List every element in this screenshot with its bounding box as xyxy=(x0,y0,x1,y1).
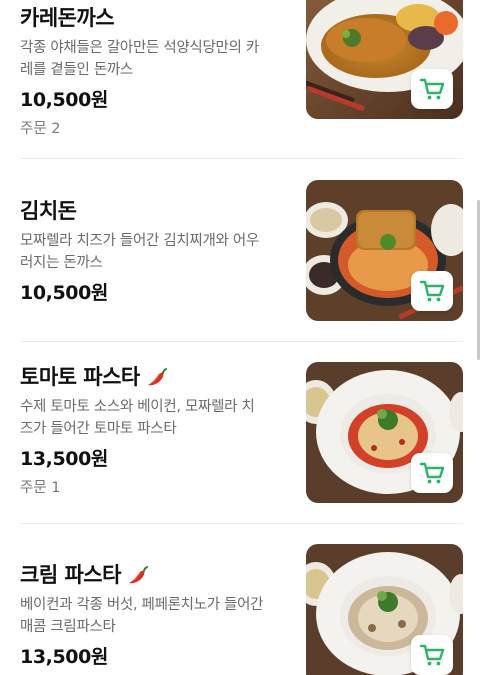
cart-icon xyxy=(419,462,445,484)
menu-item-kimchi-tonkatsu[interactable]: 김치돈 모짜렐라 치즈가 들어간 김치찌개와 어우 러지는 돈까스 10,500… xyxy=(0,160,482,342)
add-to-cart-button[interactable] xyxy=(411,635,453,675)
cart-icon xyxy=(419,280,445,302)
menu-item-photo[interactable] xyxy=(306,0,463,119)
menu-item-info: 크림 파스타 베이컨과 각종 버섯, 페페론치노가 들어간 매콤 크림파스타 1… xyxy=(20,562,290,669)
menu-item-info: 카레돈까스 각종 야채들은 갈아만든 석양식당만의 카 레를 곁들인 돈까스 1… xyxy=(20,5,290,139)
divider xyxy=(20,158,463,159)
menu-item-photo[interactable] xyxy=(306,362,463,503)
menu-item-tomato-pasta[interactable]: 토마토 파스타 수제 토마토 소스와 베이컨, 모짜렐라 치 즈가 들어간 토마… xyxy=(0,342,482,524)
cart-icon xyxy=(419,78,445,100)
menu-item-price: 10,500원 xyxy=(20,282,108,304)
menu-item-price: 10,500원 xyxy=(20,89,108,111)
menu-item-photo[interactable] xyxy=(306,544,463,675)
menu-list: 카레돈까스 각종 야채들은 갈아만든 석양식당만의 카 레를 곁들인 돈까스 1… xyxy=(0,0,482,675)
spicy-pepper-icon xyxy=(147,368,167,386)
scrollbar[interactable] xyxy=(477,200,480,360)
menu-item-description: 모짜렐라 치즈가 들어간 김치찌개와 어우 러지는 돈까스 xyxy=(20,233,259,271)
menu-item-photo[interactable] xyxy=(306,180,463,321)
spicy-pepper-icon xyxy=(128,566,148,584)
menu-item-name: 토마토 파스타 xyxy=(20,364,290,390)
menu-item-price: 13,500원 xyxy=(20,646,108,668)
add-to-cart-button[interactable] xyxy=(411,69,453,109)
menu-item-info: 김치돈 모짜렐라 치즈가 들어간 김치찌개와 어우 러지는 돈까스 10,500… xyxy=(20,198,290,305)
menu-item-curry-tonkatsu[interactable]: 카레돈까스 각종 야채들은 갈아만든 석양식당만의 카 레를 곁들인 돈까스 1… xyxy=(0,0,482,160)
menu-item-description: 베이컨과 각종 버섯, 페페론치노가 들어간 매콤 크림파스타 xyxy=(20,597,264,635)
menu-item-order-count: 주문 1 xyxy=(20,480,61,496)
menu-item-description: 수제 토마토 소스와 베이컨, 모짜렐라 치 즈가 들어간 토마토 파스타 xyxy=(20,399,255,437)
menu-item-name: 크림 파스타 xyxy=(20,562,290,588)
menu-item-name: 김치돈 xyxy=(20,199,77,223)
add-to-cart-button[interactable] xyxy=(411,271,453,311)
menu-item-info: 토마토 파스타 수제 토마토 소스와 베이컨, 모짜렐라 치 즈가 들어간 토마… xyxy=(20,364,290,498)
menu-item-order-count: 주문 2 xyxy=(20,121,61,137)
menu-item-description: 각종 야채들은 갈아만든 석양식당만의 카 레를 곁들인 돈까스 xyxy=(20,40,259,78)
cart-icon xyxy=(419,644,445,666)
menu-item-cream-pasta[interactable]: 크림 파스타 베이컨과 각종 버섯, 페페론치노가 들어간 매콤 크림파스타 1… xyxy=(0,524,482,675)
menu-item-price: 13,500원 xyxy=(20,448,108,470)
add-to-cart-button[interactable] xyxy=(411,453,453,493)
menu-item-name: 카레돈까스 xyxy=(20,6,115,30)
